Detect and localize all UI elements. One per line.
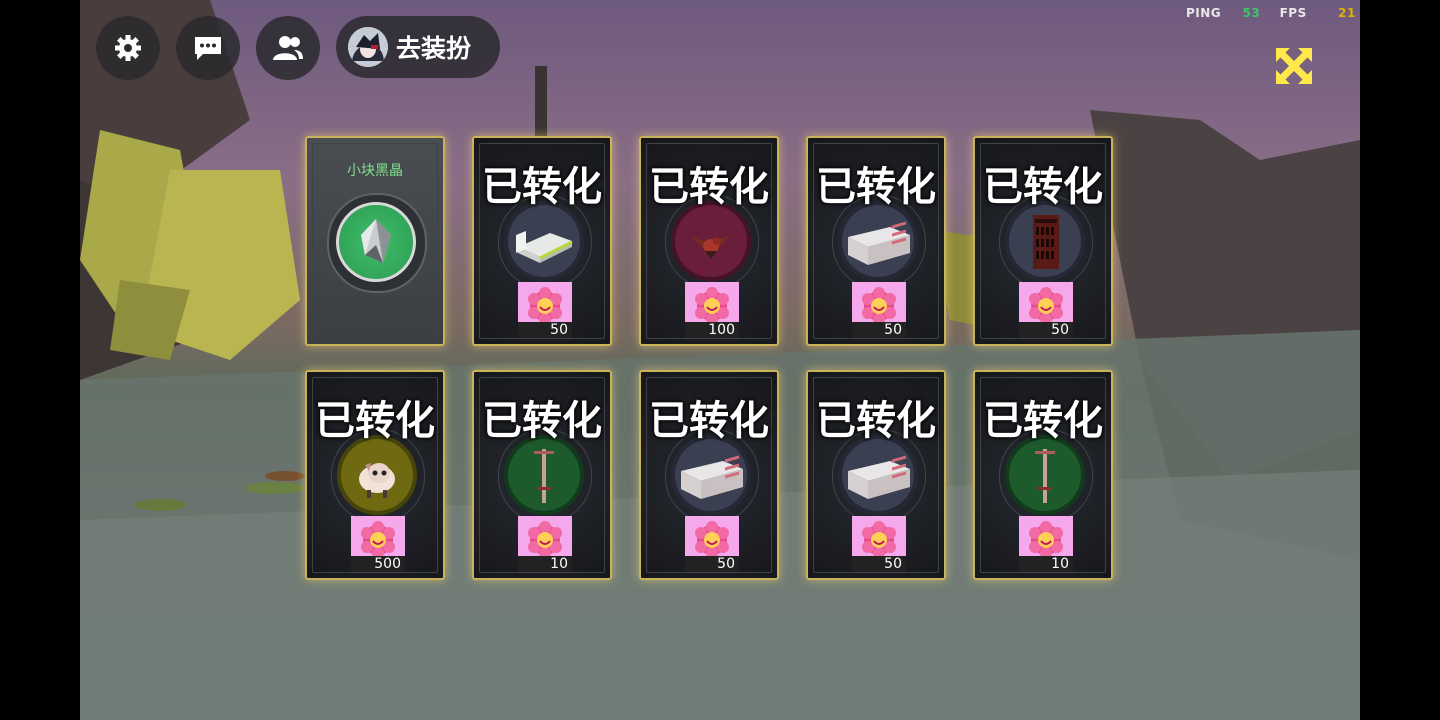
dress-up-button[interactable]: 去装扮	[336, 16, 500, 78]
chat-button[interactable]	[176, 16, 240, 80]
token-count: 50	[518, 322, 572, 338]
converted-label: 已转化	[816, 398, 936, 444]
item-desk-icon	[838, 201, 918, 281]
item-bed-icon	[504, 201, 584, 281]
reward-card[interactable]: 50 已转化	[806, 370, 946, 580]
ping-value: 53	[1242, 6, 1261, 20]
reward-card[interactable]: 50 已转化	[806, 136, 946, 346]
converted-label: 已转化	[482, 164, 602, 210]
item-pogo-stick-icon	[1005, 435, 1085, 515]
reward-card[interactable]: 10 已转化	[973, 370, 1113, 580]
reward-card[interactable]: 10 已转化	[472, 370, 612, 580]
token-count: 500	[351, 556, 405, 572]
converted-label: 已转化	[315, 398, 435, 444]
dress-up-label: 去装扮	[396, 34, 472, 63]
game-viewport: 去装扮 PING 53 FPS 21 小块黑晶 50 已转化 100 已转化 50 已转化 5…	[80, 0, 1360, 720]
ping-label: PING	[1186, 6, 1222, 20]
reward-card-grid: 小块黑晶 50 已转化 100 已转化 50 已转化 50 已转化 500 已转化 10 已转化 50 已转…	[305, 136, 1115, 582]
token-count: 50	[852, 556, 906, 572]
reward-card[interactable]: 100 已转化	[639, 136, 779, 346]
token-count: 50	[1019, 322, 1073, 338]
reward-card[interactable]: 50 已转化	[973, 136, 1113, 346]
close-button[interactable]	[1272, 44, 1316, 88]
fps-value: 21	[1338, 6, 1356, 20]
item-sheep-icon	[337, 435, 417, 515]
avatar	[348, 27, 388, 67]
reward-card[interactable]: 50 已转化	[639, 370, 779, 580]
reward-card[interactable]: 500 已转化	[305, 370, 445, 580]
converted-label: 已转化	[983, 398, 1103, 444]
card-title: 小块黑晶	[347, 163, 403, 179]
token-count: 50	[852, 322, 906, 338]
token-count: 10	[1019, 556, 1073, 572]
item-wine-rack-icon	[1005, 201, 1085, 281]
item-pogo-stick-icon	[504, 435, 584, 515]
network-stats: PING 53 FPS 21	[1186, 6, 1356, 20]
settings-button[interactable]	[96, 16, 160, 80]
token-count: 10	[518, 556, 572, 572]
converted-label: 已转化	[816, 164, 936, 210]
gear-icon	[115, 35, 141, 61]
token-count: 50	[685, 556, 739, 572]
item-bird-icon	[671, 201, 751, 281]
fps-label: FPS	[1279, 6, 1307, 20]
friends-button[interactable]	[256, 16, 320, 80]
item-desk-icon	[671, 435, 751, 515]
token-count: 100	[685, 322, 739, 338]
converted-label: 已转化	[482, 398, 602, 444]
chat-bubble-icon	[195, 37, 221, 60]
people-icon	[273, 36, 303, 60]
converted-label: 已转化	[649, 398, 769, 444]
close-icon	[1276, 48, 1312, 84]
crystal-icon	[336, 202, 416, 282]
converted-label: 已转化	[649, 164, 769, 210]
reward-card-crystal[interactable]: 小块黑晶	[305, 136, 445, 346]
converted-label: 已转化	[983, 164, 1103, 210]
reward-card[interactable]: 50 已转化	[472, 136, 612, 346]
item-desk-icon	[838, 435, 918, 515]
